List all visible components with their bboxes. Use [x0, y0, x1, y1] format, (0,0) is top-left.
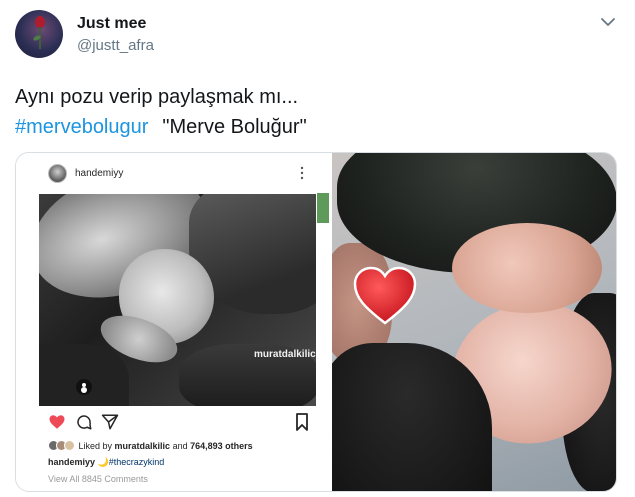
caption-username: handemiyy — [48, 457, 96, 467]
bookmark-icon — [296, 413, 308, 431]
instagram-photo: muratdalkilic — [39, 194, 316, 406]
person-tag-icon — [76, 379, 92, 395]
author-handle[interactable]: @justt_afra — [77, 37, 154, 54]
author-display-name[interactable]: Just mee — [77, 15, 146, 33]
moon-emoji: 🌙 — [97, 457, 109, 467]
instagram-caption: handemiyy 🌙#thecrazykind — [48, 457, 164, 468]
tweet-text-line2: #mervebolugur "Merve Boluğur" — [15, 112, 615, 142]
instagram-avatar — [48, 164, 67, 183]
tweet-text: Aynı pozu verip paylaşmak mı... #mervebo… — [15, 82, 615, 142]
tweet-media[interactable]: handemiyy muratdalkilic Liked by muratda… — [15, 152, 617, 492]
liker-avatars — [48, 440, 76, 451]
instagram-post-screenshot[interactable]: handemiyy muratdalkilic Liked by muratda… — [16, 153, 317, 491]
likes-user: muratdalkilic — [114, 441, 171, 451]
couple-photo[interactable] — [332, 153, 616, 491]
instagram-username: handemiyy — [75, 168, 124, 179]
chevron-down-icon — [601, 18, 615, 26]
likes-count: 764,893 others — [190, 441, 253, 451]
avatar[interactable] — [15, 10, 63, 58]
comment-icon — [77, 415, 92, 430]
quoted-name: "Merve Boluğur" — [162, 116, 307, 138]
heart-icon — [49, 415, 65, 429]
hashtag-link[interactable]: #mervebolugur — [15, 116, 148, 138]
paper-plane-icon — [101, 414, 119, 430]
caption-hashtag: #thecrazykind — [108, 457, 165, 467]
photo-watermark: muratdalkilic — [254, 349, 316, 360]
more-options-icon — [300, 166, 304, 180]
instagram-actions — [16, 411, 317, 435]
tweet-menu-button[interactable] — [598, 14, 618, 30]
tweet-text-line1: Aynı pozu verip paylaşmak mı... — [15, 86, 299, 108]
view-all-comments: View All 8845 Comments — [48, 474, 148, 484]
instagram-likes: Liked by muratdalkilic and 764,893 other… — [48, 440, 313, 454]
tweet-header: Just mee @justt_afra — [0, 0, 635, 70]
instagram-post-header: handemiyy — [16, 153, 317, 195]
heart-sticker-icon — [352, 265, 418, 327]
